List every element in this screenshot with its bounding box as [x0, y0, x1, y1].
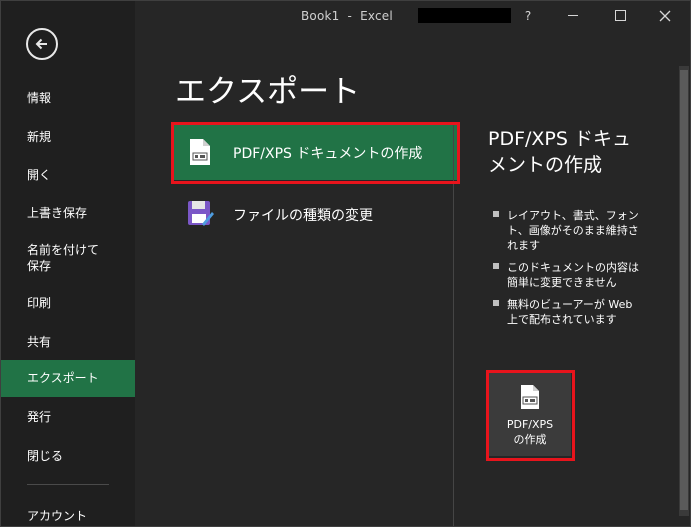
highlight-box-button — [486, 370, 575, 461]
bullet-icon — [493, 300, 499, 306]
highlight-box-option — [171, 122, 460, 184]
change-file-type-option[interactable]: ファイルの種類の変更 — [173, 186, 457, 242]
pane-divider — [453, 124, 454, 527]
nav-share[interactable]: 共有 — [0, 333, 135, 353]
nav-info-label: 情報 — [27, 91, 52, 105]
detail-title: PDF/XPS ドキュメントの作成 — [488, 128, 631, 176]
nav-account[interactable]: アカウント — [0, 507, 135, 527]
main-pane: エクスポート PDF/XPS ドキュメントの作成 ファイルの種類の変更 PDF/… — [135, 0, 691, 527]
nav-save-label: 上書き保存 — [27, 206, 88, 220]
change-file-type-icon — [188, 201, 214, 226]
nav-account-label: アカウント — [27, 509, 88, 523]
page-title: エクスポート — [175, 74, 361, 110]
back-arrow-icon — [35, 38, 47, 50]
sidebar-divider — [27, 484, 109, 485]
change-file-type-label: ファイルの種類の変更 — [233, 208, 373, 224]
nav-close-label: 閉じる — [27, 449, 64, 463]
feature-text: 無料のビューアーが Web 上で配布されています — [507, 298, 633, 326]
bullet-icon — [493, 211, 499, 217]
feature-text: このドキュメントの内容は簡単に変更できません — [507, 261, 639, 289]
nav-open[interactable]: 開く — [0, 166, 135, 186]
nav-new-label: 新規 — [27, 130, 52, 144]
nav-save-as[interactable]: 名前を付けて 保存 — [0, 242, 135, 276]
bullet-icon — [493, 263, 499, 269]
feature-item: このドキュメントの内容は簡単に変更できません — [490, 260, 640, 290]
nav-export[interactable]: エクスポート — [0, 360, 135, 397]
back-button[interactable] — [26, 28, 58, 60]
feature-text: レイアウト、書式、フォント、画像がそのまま維持されます — [507, 209, 639, 252]
feature-item: レイアウト、書式、フォント、画像がそのまま維持されます — [490, 208, 640, 253]
scroll-thumb[interactable] — [680, 70, 688, 510]
nav-close[interactable]: 閉じる — [0, 447, 135, 467]
nav-save[interactable]: 上書き保存 — [0, 204, 135, 224]
nav-publish-label: 発行 — [27, 410, 52, 424]
nav-publish[interactable]: 発行 — [0, 408, 135, 428]
nav-print[interactable]: 印刷 — [0, 294, 135, 314]
nav-open-label: 開く — [27, 168, 52, 182]
nav-print-label: 印刷 — [27, 296, 52, 310]
feature-item: 無料のビューアーが Web 上で配布されています — [490, 297, 640, 327]
backstage-sidebar: 情報 新規 開く 上書き保存 名前を付けて 保存 印刷 共有 エクスポート 発行… — [0, 0, 135, 527]
nav-new[interactable]: 新規 — [0, 128, 135, 148]
nav-export-label: エクスポート — [27, 371, 99, 385]
nav-info[interactable]: 情報 — [0, 89, 135, 109]
nav-save-as-label: 名前を付けて 保存 — [27, 243, 100, 273]
vertical-scrollbar[interactable] — [679, 66, 689, 516]
nav-share-label: 共有 — [27, 335, 52, 349]
feature-list: レイアウト、書式、フォント、画像がそのまま維持されます このドキュメントの内容は… — [490, 208, 640, 334]
